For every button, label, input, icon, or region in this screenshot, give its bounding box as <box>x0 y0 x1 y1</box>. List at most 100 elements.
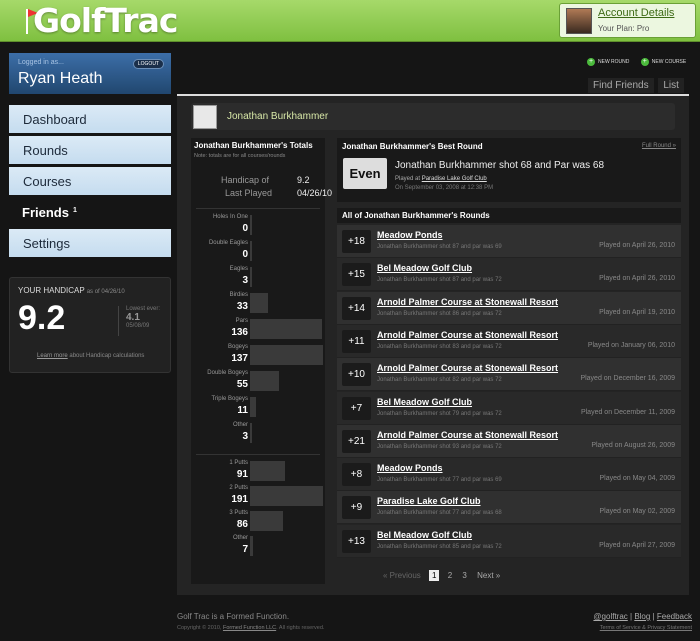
round-score: +10 <box>342 363 371 387</box>
page-2[interactable]: 2 <box>446 570 454 581</box>
stat-value: 3 <box>242 275 248 286</box>
stat-value: 3 <box>242 431 248 442</box>
profile-avatar <box>193 105 217 129</box>
round-description: Jonathan Burkhammer shot 93 and par was … <box>377 443 502 450</box>
round-date: Played on April 27, 2009 <box>599 541 675 549</box>
best-round-title: Jonathan Burkhammer's Best Round <box>342 142 483 151</box>
best-round-course-link[interactable]: Paradise Lake Golf Club <box>422 176 487 182</box>
putt-value: 191 <box>231 494 248 505</box>
round-course-link[interactable]: Arnold Palmer Course at Stonewall Resort <box>377 297 558 307</box>
account-details-link[interactable]: Account Details <box>598 7 674 19</box>
round-row[interactable]: +7 Bel Meadow Golf Club Jonathan Burkhamme… <box>337 391 681 425</box>
tab-find-friends[interactable]: Find Friends <box>588 78 654 93</box>
round-row[interactable]: +9 Paradise Lake Golf Club Jonathan Burkha… <box>337 491 681 525</box>
round-row[interactable]: +13 Bel Meadow Golf Club Jonathan Burkhamm… <box>337 524 681 558</box>
tab-list[interactable]: List <box>658 78 684 93</box>
round-score: +11 <box>342 329 371 353</box>
last-played: Last Played 04/26/10 <box>225 188 332 198</box>
lowest-date: 05/08/09 <box>126 323 150 329</box>
footer-links: @golftrac | Blog | Feedback <box>593 612 692 621</box>
round-score: +18 <box>342 230 371 253</box>
feedback-link[interactable]: Feedback <box>657 612 692 621</box>
nav-rounds[interactable]: Rounds <box>9 136 171 164</box>
best-round-text: Jonathan Burkhammer shot 68 and Par was … <box>395 160 605 171</box>
round-score: +7 <box>342 396 371 420</box>
putt-value: 86 <box>236 519 248 530</box>
putt-bar <box>250 461 285 481</box>
handicap-title: YOUR HANDICAP as of 04/26/10 <box>18 286 125 295</box>
round-course-link[interactable]: Bel Meadow Golf Club <box>377 530 472 540</box>
round-row[interactable]: +8 Meadow Ponds Jonathan Burkhammer shot 7… <box>337 458 681 492</box>
stat-bar <box>250 319 322 339</box>
last-played-value: 04/26/10 <box>297 188 333 198</box>
full-round-link[interactable]: Full Round » <box>642 143 676 149</box>
copyright-text: Copyright © 2010, <box>177 625 222 631</box>
pagination: « Previous 1 2 3 Next » <box>381 570 506 581</box>
plus-icon: + <box>640 58 649 66</box>
stat-label: Triple Bogeys <box>211 396 248 402</box>
twitter-link[interactable]: @golftrac <box>593 612 627 621</box>
handicap-learn: Learn more about Handicap calculations <box>37 353 144 359</box>
round-row[interactable]: +14 Arnold Palmer Course at Stonewall Res… <box>337 291 681 325</box>
legal-link[interactable]: Terms of Service & Privacy Statement <box>600 625 692 631</box>
round-row[interactable]: +10 Arnold Palmer Course at Stonewall Res… <box>337 358 681 392</box>
round-course-link[interactable]: Arnold Palmer Course at Stonewall Resort <box>377 363 558 373</box>
round-course-link[interactable]: Arnold Palmer Course at Stonewall Resort <box>377 430 558 440</box>
round-course-link[interactable]: Meadow Ponds <box>377 463 443 473</box>
best-round-date: On September 03, 2008 at 12:38 PM <box>395 185 494 191</box>
last-played-label: Last Played <box>225 188 273 198</box>
round-row[interactable]: +21 Arnold Palmer Course at Stonewall Res… <box>337 424 681 458</box>
stat-label: Bogeys <box>227 344 248 350</box>
round-description: Jonathan Burkhammer shot 77 and par was … <box>377 477 502 484</box>
rights-text: . All rights reserved. <box>276 625 325 631</box>
round-row[interactable]: +18 Meadow Ponds Jonathan Burkhammer shot … <box>337 225 681 258</box>
round-date: Played on May 02, 2009 <box>599 508 676 516</box>
user-box: Logged in as... LOGOUT Ryan Heath <box>9 53 171 94</box>
stat-value: 0 <box>242 249 248 260</box>
round-score: +21 <box>342 429 371 453</box>
divider <box>196 208 320 209</box>
round-date: Played on May 04, 2009 <box>599 475 676 483</box>
learn-more-link[interactable]: Learn more <box>37 353 68 359</box>
nav-courses[interactable]: Courses <box>9 167 171 195</box>
account-box[interactable]: Account Details Your Plan: Pro <box>559 3 696 38</box>
action-buttons: + NEW ROUND + NEW COURSE <box>587 58 696 66</box>
logout-button[interactable]: LOGOUT <box>132 59 164 69</box>
round-date: Played on January 06, 2010 <box>587 341 675 349</box>
round-course-link[interactable]: Arnold Palmer Course at Stonewall Resort <box>377 330 558 340</box>
round-course-link[interactable]: Bel Meadow Golf Club <box>377 263 472 273</box>
nav-friends[interactable]: Friends 1 <box>5 198 177 226</box>
round-row[interactable]: +11 Arnold Palmer Course at Stonewall Res… <box>337 324 681 358</box>
page-3[interactable]: 3 <box>460 570 468 581</box>
played-at-label: Played at <box>395 176 421 182</box>
handicap-value: 9.2 <box>18 299 66 337</box>
round-course-link[interactable]: Meadow Ponds <box>377 230 443 240</box>
new-round-button[interactable]: + NEW ROUND <box>587 58 629 66</box>
handicap-panel: YOUR HANDICAP as of 04/26/10 9.2 Lowest e… <box>9 277 171 373</box>
round-course-link[interactable]: Paradise Lake Golf Club <box>377 496 481 506</box>
new-course-button[interactable]: + NEW COURSE <box>640 58 687 66</box>
round-description: Jonathan Burkhammer shot 77 and par was … <box>377 510 502 517</box>
round-date: Played on April 19, 2010 <box>599 308 675 316</box>
lowest-value: 4.1 <box>126 312 140 323</box>
next-page[interactable]: Next » <box>475 570 502 581</box>
round-course-link[interactable]: Bel Meadow Golf Club <box>377 397 472 407</box>
previous-page[interactable]: « Previous <box>381 570 423 581</box>
putt-label: 1 Putts <box>229 460 248 466</box>
stat-value: 0 <box>242 223 248 234</box>
totals-title: Jonathan Burkhammer's Totals <box>194 141 313 150</box>
nav-settings[interactable]: Settings <box>9 229 171 257</box>
page-1[interactable]: 1 <box>429 570 440 581</box>
nav-dashboard[interactable]: Dashboard <box>9 105 171 133</box>
nav-friends-label: Friends <box>22 205 69 220</box>
company-link[interactable]: Formed Function LLC <box>223 625 276 631</box>
new-course-label: NEW COURSE <box>651 59 687 66</box>
round-date: Played on August 26, 2009 <box>591 441 675 449</box>
round-score: +14 <box>342 296 371 320</box>
handicap-of-label: Handicap of <box>221 175 270 185</box>
best-round-score: Even <box>343 158 387 189</box>
round-row[interactable]: +15 Bel Meadow Golf Club Jonathan Burkhamm… <box>337 258 681 292</box>
round-score: +13 <box>342 529 371 553</box>
blog-link[interactable]: Blog <box>634 612 650 621</box>
round-description: Jonathan Burkhammer shot 82 and par was … <box>377 377 502 384</box>
